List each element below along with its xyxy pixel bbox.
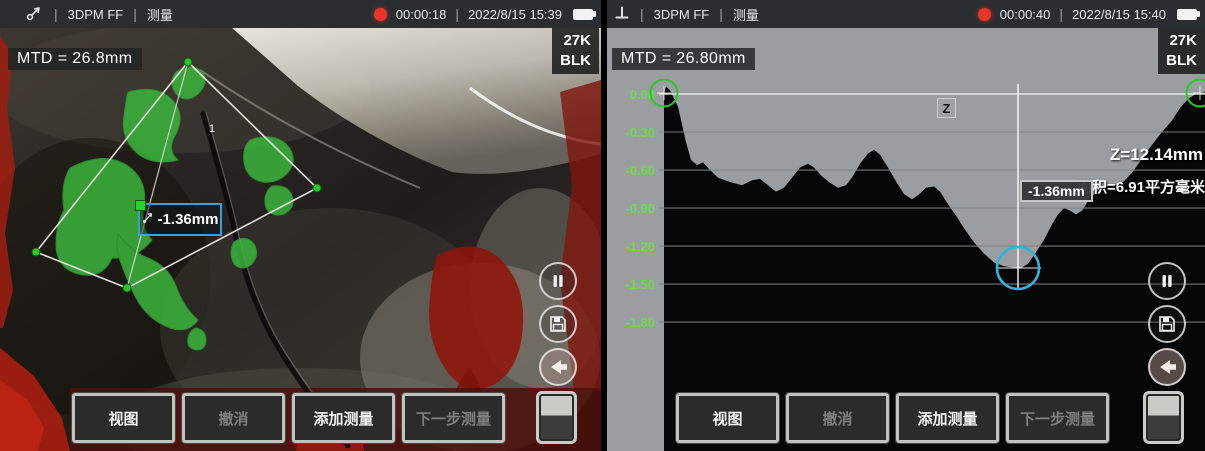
steering-probe-icon — [26, 4, 44, 24]
add-measurement-button[interactable]: 添加测量 — [896, 393, 999, 443]
depth-value: -1.36mm — [158, 211, 219, 228]
record-time: 00:00:18 — [396, 7, 447, 22]
y-tick-label: -0.60 — [625, 163, 655, 178]
screen-toggle-icon[interactable] — [1143, 391, 1184, 444]
separator: | — [1059, 6, 1063, 22]
datetime-label: 2022/8/15 15:39 — [468, 7, 562, 22]
zoom-level: 27K — [1166, 31, 1197, 51]
separator: | — [54, 6, 58, 22]
next-measurement-button[interactable]: 下一步测量 — [1006, 393, 1109, 443]
y-tick-label: -1.80 — [625, 315, 655, 330]
y-tick-label: -0.30 — [625, 125, 655, 140]
save-button[interactable] — [1148, 305, 1186, 343]
save-button[interactable] — [539, 305, 577, 343]
record-icon — [978, 8, 991, 21]
zoom-view-badge: 27K BLK — [1158, 28, 1205, 74]
depth-measurement-label[interactable]: -1.36mm — [138, 203, 222, 236]
add-measurement-button[interactable]: 添加测量 — [292, 393, 395, 443]
mode-label: 3DPM FF — [68, 7, 124, 22]
left-live-image-panel: | 3DPM FF | 测量 00:00:18 | 2022/8/15 15:3… — [0, 0, 601, 451]
profile-chart-view: 0.00-0.30-0.60-0.90-1.20-1.50-1.80 MTD =… — [607, 28, 1205, 451]
undo-button[interactable]: 撤消 — [786, 393, 889, 443]
depth-measurement-label[interactable]: -1.36mm — [1020, 180, 1093, 202]
separator: | — [640, 6, 644, 22]
inspection-image: 1 — [0, 28, 601, 451]
pause-button[interactable] — [1148, 262, 1186, 300]
mtd-readout: MTD = 26.80mm — [612, 48, 755, 70]
zoom-view-badge: 27K BLK — [552, 28, 599, 74]
view-mode: BLK — [560, 51, 591, 71]
undo-button[interactable]: 撤消 — [182, 393, 285, 443]
z-length-readout: Z=12.14mm — [1110, 145, 1203, 165]
status-bar: | 3DPM FF | 测量 00:00:40 | 2022/8/15 15:4… — [607, 0, 1205, 28]
y-tick-label: -1.20 — [625, 239, 655, 254]
next-measurement-button[interactable]: 下一步测量 — [402, 393, 505, 443]
tab-measure[interactable]: 测量 — [733, 5, 759, 24]
depth-profile-chart: 0.00-0.30-0.60-0.90-1.20-1.50-1.80 — [607, 28, 1205, 451]
battery-icon — [1177, 9, 1197, 20]
separator: | — [455, 6, 459, 22]
separator: | — [133, 6, 137, 22]
area-readout: 面积=6.91平方毫米 — [1077, 176, 1205, 197]
battery-icon — [573, 9, 593, 20]
view-mode: BLK — [1166, 51, 1197, 71]
cursor-handle[interactable] — [135, 200, 146, 211]
live-image-view: 1 MTD = 26.8mm 27K BLK -1.36mm — [0, 28, 601, 451]
y-tick-label: -1.50 — [625, 277, 655, 292]
cursor-icon — [142, 211, 155, 228]
depth-profile-icon — [614, 5, 630, 24]
right-depth-profile-panel: | 3DPM FF | 测量 00:00:40 | 2022/8/15 15:4… — [607, 0, 1205, 451]
back-button[interactable] — [539, 348, 577, 386]
screen-toggle-icon[interactable] — [536, 391, 577, 444]
record-time: 00:00:40 — [1000, 7, 1051, 22]
y-tick-label: -0.90 — [625, 201, 655, 216]
pause-button[interactable] — [539, 262, 577, 300]
back-button[interactable] — [1148, 348, 1186, 386]
datetime-label: 2022/8/15 15:40 — [1072, 7, 1166, 22]
view-button[interactable]: 视图 — [72, 393, 175, 443]
action-bar: 视图 撤消 添加测量 下一步测量 — [72, 393, 505, 443]
tab-measure[interactable]: 测量 — [147, 5, 173, 24]
mode-label: 3DPM FF — [654, 7, 710, 22]
zoom-level: 27K — [560, 31, 591, 51]
mtd-readout: MTD = 26.8mm — [8, 48, 142, 70]
point-number-label: 1 — [209, 123, 215, 135]
record-icon — [374, 8, 387, 21]
action-bar: 视图 撤消 添加测量 下一步测量 — [676, 393, 1109, 443]
z-marker-label[interactable]: Z — [937, 98, 956, 118]
separator: | — [719, 6, 723, 22]
view-button[interactable]: 视图 — [676, 393, 779, 443]
status-bar: | 3DPM FF | 测量 00:00:18 | 2022/8/15 15:3… — [0, 0, 601, 28]
